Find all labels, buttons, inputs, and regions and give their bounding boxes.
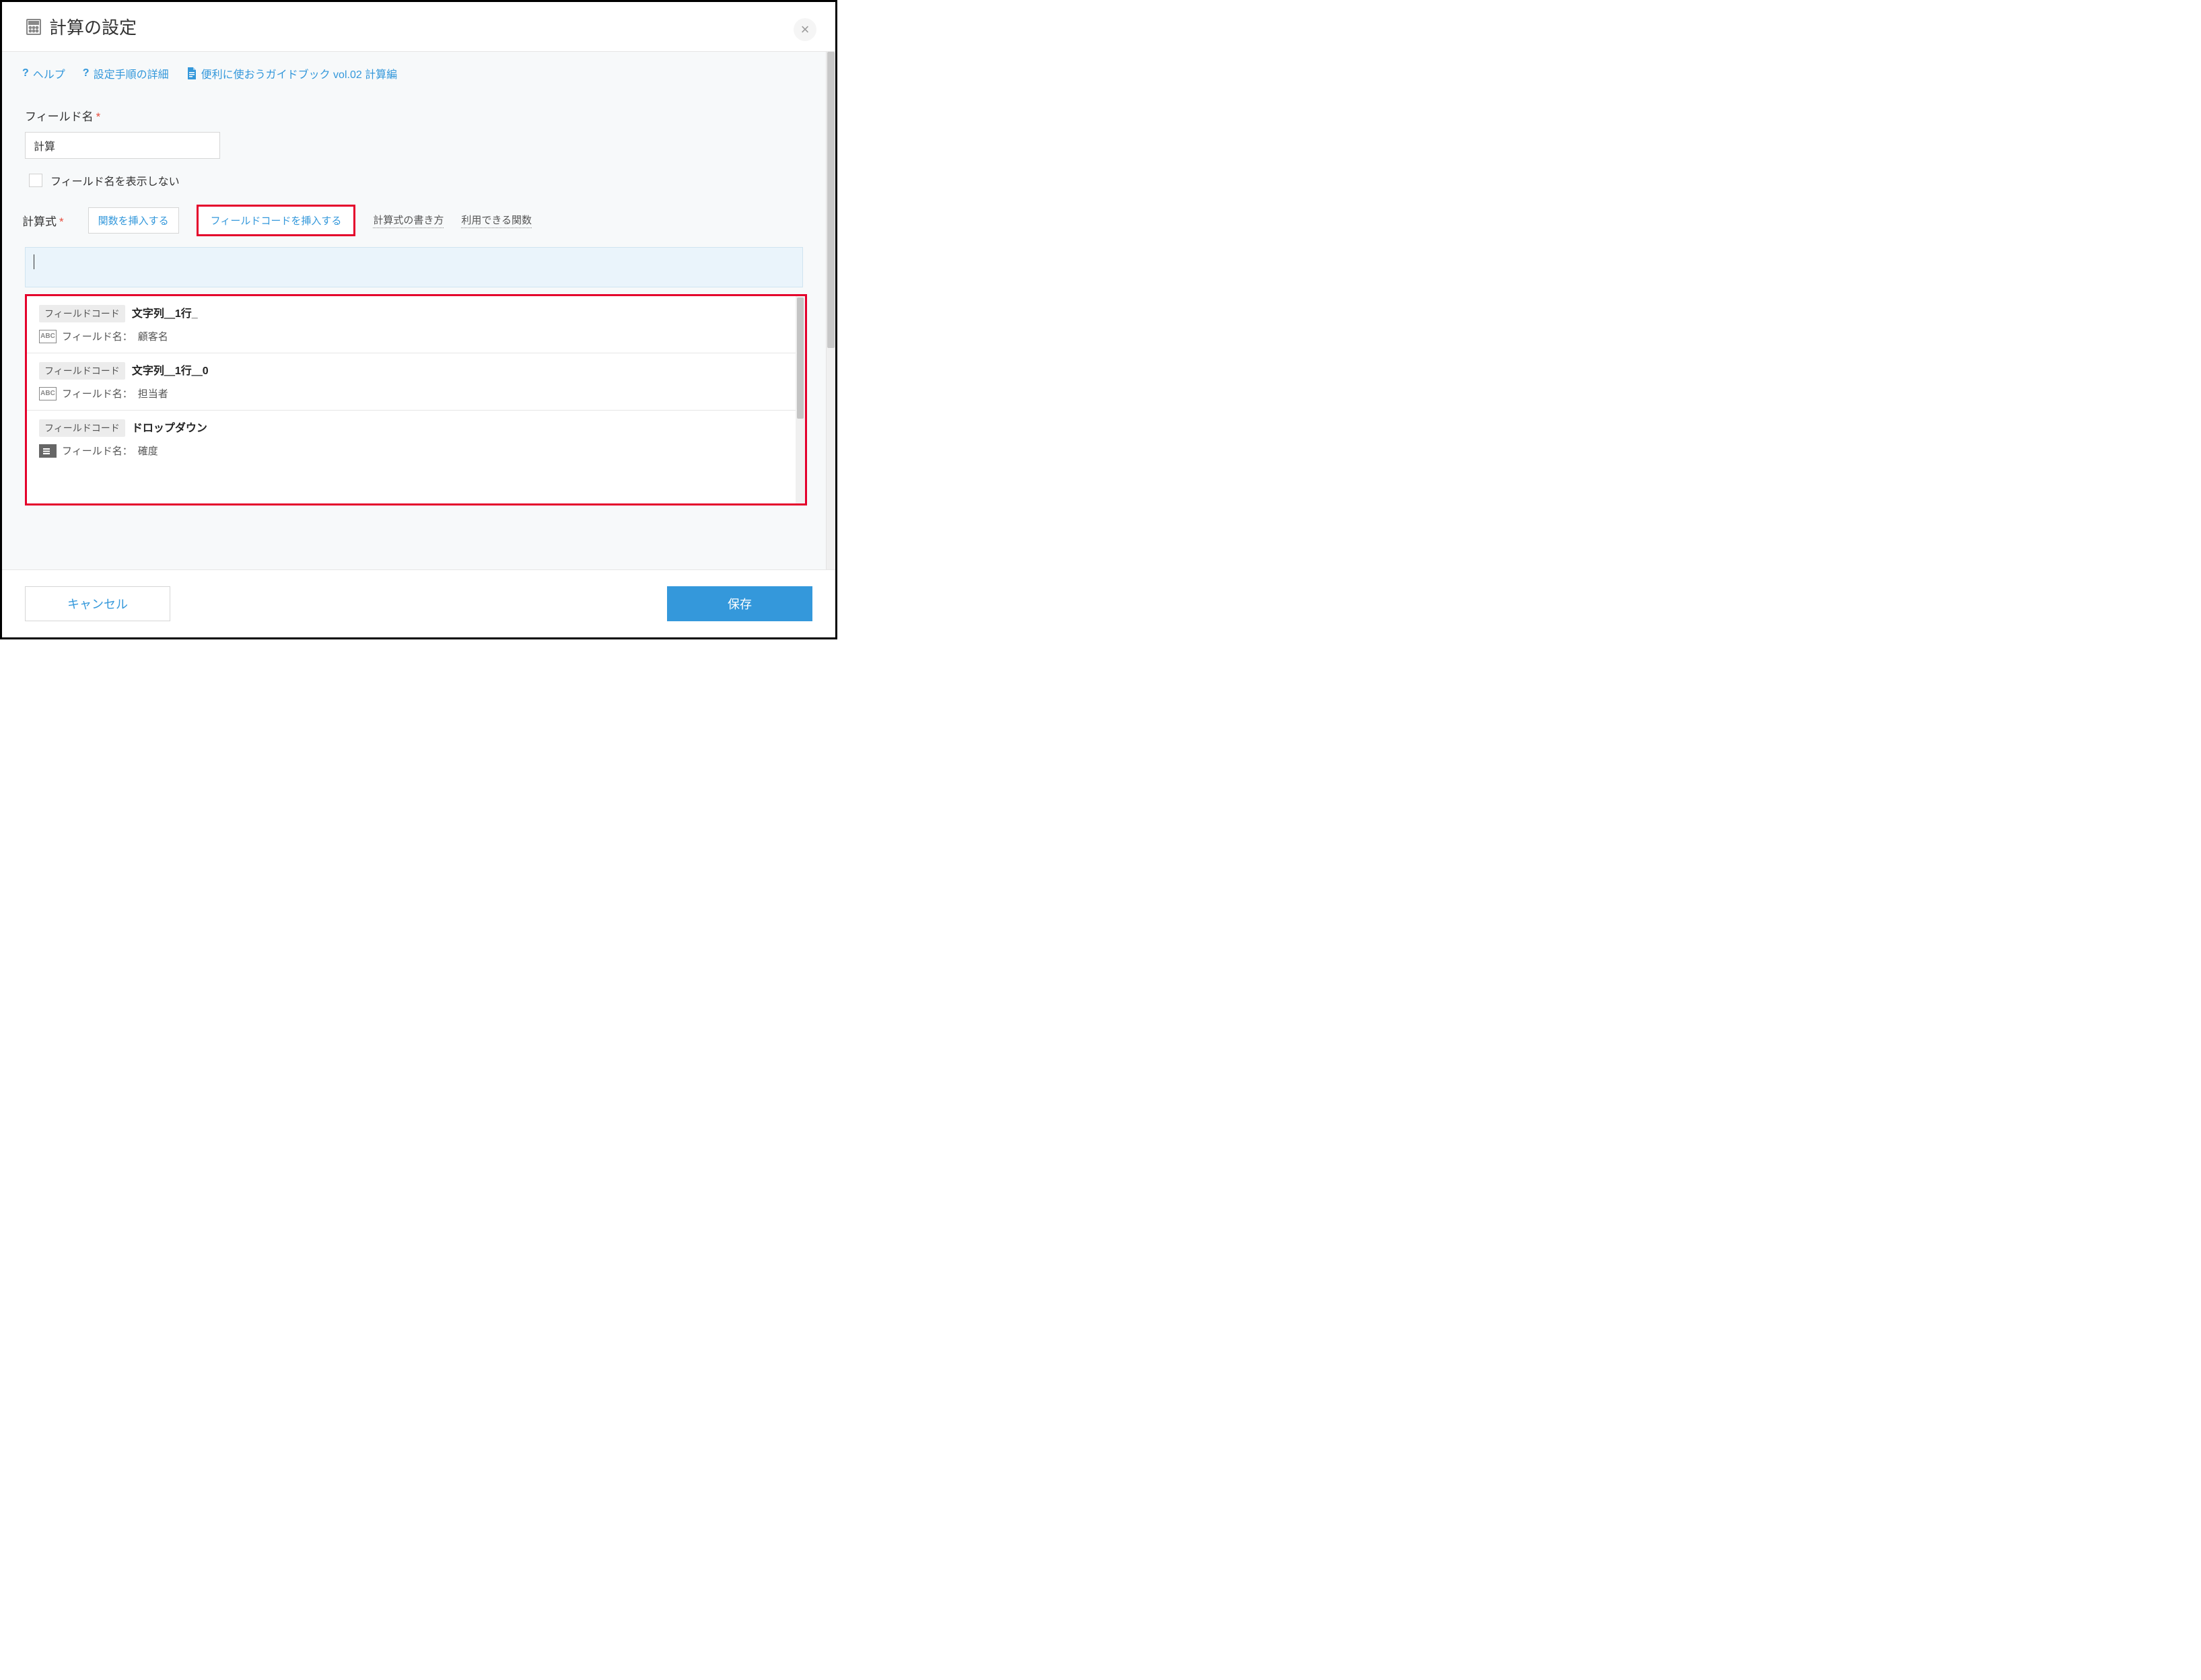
field-code-value: 文字列＿1行＿0 [132, 365, 209, 377]
help-link-label: ヘルプ [33, 65, 65, 81]
cancel-button[interactable]: キャンセル [25, 586, 170, 621]
field-code-item[interactable]: フィールドコード ドロップダウン フィールド名： 確度 [27, 411, 796, 467]
setup-detail-link[interactable]: ? 設定手順の詳細 [83, 65, 169, 81]
how-to-write-link[interactable]: 計算式の書き方 [373, 213, 444, 228]
required-mark: * [96, 110, 101, 123]
dialog-footer: キャンセル 保存 [2, 570, 835, 637]
field-code-list: フィールドコード 文字列＿1行_ ABC フィールド名： 顧客名 フィールドコード… [25, 294, 807, 505]
hide-field-name-checkbox-row[interactable]: フィールド名を表示しない [2, 170, 826, 205]
field-name-row: フィールド名： 確度 [39, 444, 783, 458]
available-functions-link[interactable]: 利用できる関数 [461, 213, 532, 228]
field-code-badge: フィールドコード [39, 362, 125, 380]
dialog-title: 計算の設定 [49, 14, 137, 39]
text-field-icon: ABC [39, 387, 57, 400]
guidebook-label: 便利に使おうガイドブック vol.02 計算編 [201, 65, 398, 81]
calculator-icon [25, 18, 42, 36]
hide-field-name-checkbox[interactable] [29, 174, 42, 187]
body-scroll[interactable]: ? ヘルプ ? 設定手順の詳細 便利に使おうガイドブック vol.02 計算編 … [2, 52, 826, 569]
field-name-row: ABC フィールド名： 顧客名 [39, 329, 783, 343]
field-name-prefix: フィールド名： [62, 329, 133, 343]
field-code-value: ドロップダウン [132, 423, 207, 434]
dialog-window: 計算の設定 × ? ヘルプ ? 設定手順の詳細 便利に使おうガイドブ [0, 0, 837, 639]
field-name-prefix: フィールド名： [62, 386, 133, 400]
save-button[interactable]: 保存 [667, 586, 812, 621]
text-field-icon: ABC [39, 330, 57, 343]
field-code-item[interactable]: フィールドコード 文字列＿1行＿0 ABC フィールド名： 担当者 [27, 353, 796, 411]
help-row: ? ヘルプ ? 設定手順の詳細 便利に使おうガイドブック vol.02 計算編 [2, 52, 826, 95]
help-link[interactable]: ? ヘルプ [22, 65, 65, 81]
formula-label: 計算式* [22, 212, 64, 229]
field-name-label: フィールド名* [2, 95, 826, 132]
dialog-body: ? ヘルプ ? 設定手順の詳細 便利に使おうガイドブック vol.02 計算編 … [2, 51, 835, 570]
guidebook-link[interactable]: 便利に使おうガイドブック vol.02 計算編 [186, 65, 398, 81]
field-code-badge: フィールドコード [39, 419, 125, 437]
scrollbar-thumb[interactable] [827, 52, 835, 348]
body-scrollbar[interactable] [826, 52, 835, 569]
field-code-badge: フィールドコード [39, 305, 125, 322]
formula-controls-row: 計算式* 関数を挿入する フィールドコードを挿入する 計算式の書き方 利用できる… [2, 205, 826, 247]
field-name-prefix: フィールド名： [62, 444, 133, 458]
insert-field-code-button[interactable]: フィールドコードを挿入する [197, 205, 356, 236]
field-code-item[interactable]: フィールドコード 文字列＿1行_ ABC フィールド名： 顧客名 [27, 296, 796, 353]
field-list-scrollbar[interactable] [796, 296, 805, 503]
dialog-titlebar: 計算の設定 × [2, 2, 835, 51]
field-code-value: 文字列＿1行_ [132, 308, 198, 320]
field-name-value: 確度 [138, 444, 158, 458]
close-button[interactable]: × [794, 18, 816, 41]
field-name-value: 担当者 [138, 386, 168, 400]
scrollbar-thumb[interactable] [797, 298, 804, 419]
formula-label-text: 計算式 [22, 215, 57, 228]
close-icon: × [801, 21, 810, 38]
insert-function-button[interactable]: 関数を挿入する [88, 207, 179, 234]
field-code-list-scroll[interactable]: フィールドコード 文字列＿1行_ ABC フィールド名： 顧客名 フィールドコード… [27, 296, 796, 503]
dropdown-field-icon [39, 444, 57, 458]
field-name-input[interactable] [25, 132, 220, 159]
document-icon [186, 67, 197, 80]
formula-editor[interactable] [25, 247, 803, 287]
field-name-label-text: フィールド名 [25, 110, 94, 123]
setup-detail-label: 設定手順の詳細 [94, 65, 169, 81]
hide-field-name-label: フィールド名を表示しない [50, 172, 180, 188]
question-icon: ? [83, 67, 90, 79]
field-name-value: 顧客名 [138, 329, 168, 343]
field-name-row: ABC フィールド名： 担当者 [39, 386, 783, 400]
required-mark: * [59, 215, 64, 228]
question-icon: ? [22, 67, 29, 79]
